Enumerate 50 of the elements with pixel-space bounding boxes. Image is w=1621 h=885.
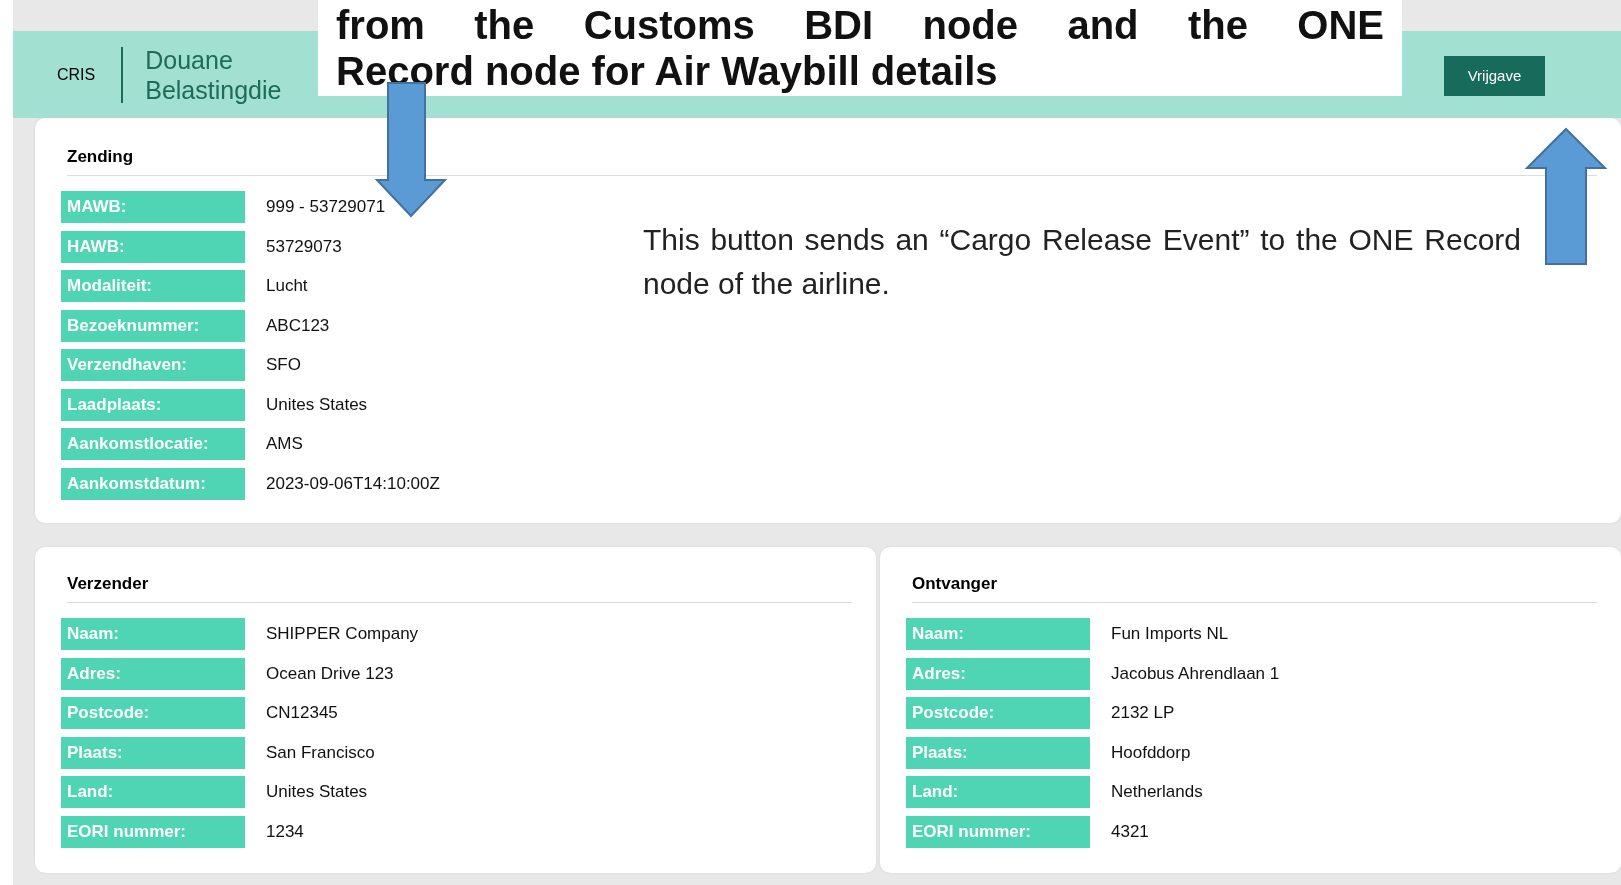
field-label: Laadplaats:	[61, 388, 245, 421]
field-value: Ocean Drive 123	[266, 663, 394, 684]
field-label: Plaats:	[61, 736, 245, 769]
field-label: EORI nummer:	[906, 815, 1090, 848]
field-label: EORI nummer:	[61, 815, 245, 848]
field-value: 4321	[1111, 821, 1149, 842]
field-value: Netherlands	[1111, 782, 1203, 802]
field-value: Unites States	[266, 394, 368, 415]
field-value: ABC123	[266, 315, 330, 336]
field-label: MAWB:	[61, 191, 245, 223]
annotation-text: This button sends an “Cargo Release Event” to the ONE Record node of the airline.	[643, 222, 1521, 302]
field-label: Adres:	[61, 657, 245, 690]
release-button[interactable]: Vrijgave	[1444, 55, 1545, 96]
field-label: Verzendhaven:	[61, 349, 245, 381]
field-value: AMS	[266, 434, 303, 454]
field-label: Aankomstdatum:	[61, 467, 245, 500]
logo-text: CRIS	[57, 65, 96, 84]
field-label: Adres:	[906, 657, 1090, 690]
field-value: SFO	[266, 355, 301, 375]
field-value: Hoofddorp	[1111, 742, 1191, 763]
field-label: Modaliteit:	[61, 270, 245, 302]
field-value: 1234	[266, 821, 304, 842]
field-value: Lucht	[266, 276, 308, 296]
field-value: Jacobus Ahrendlaan 1	[1111, 663, 1280, 684]
field-label: Postcode:	[61, 697, 245, 729]
field-value: Fun Imports NL	[1111, 624, 1229, 644]
field-label: Plaats:	[906, 736, 1090, 769]
field-value: 53729073	[266, 236, 342, 257]
field-value: 999 - 53729071	[266, 197, 386, 217]
field-value: 2132 LP	[1111, 703, 1175, 723]
callout-text-line: from the Customs BDI node and the ONE	[336, 2, 1384, 48]
field-value: CN12345	[266, 703, 338, 723]
field-label: Land:	[61, 776, 245, 808]
field-label: Naam:	[61, 618, 245, 650]
organization-name-line: Douane	[145, 44, 234, 75]
callout-text-line: Record node for Air Waybill details	[336, 48, 999, 94]
field-label: Aankomstlocatie:	[61, 428, 245, 460]
field-label: HAWB:	[61, 230, 245, 263]
section-title: Ontvanger	[912, 574, 1597, 603]
field-value: Unites States	[266, 782, 368, 802]
field-value: SHIPPER Company	[266, 624, 419, 644]
field-label: Bezoeknummer:	[61, 309, 245, 342]
field-label: Postcode:	[906, 697, 1090, 729]
up-arrow-icon	[1525, 128, 1607, 265]
organization-name-line: Belastingdie	[145, 74, 282, 105]
field-label: Land:	[906, 776, 1090, 808]
field-value: 2023-09-06T14:10:00Z	[266, 473, 440, 494]
field-label: Naam:	[906, 618, 1090, 650]
field-value: San Francisco	[266, 742, 375, 763]
section-title: Verzender	[67, 574, 852, 603]
